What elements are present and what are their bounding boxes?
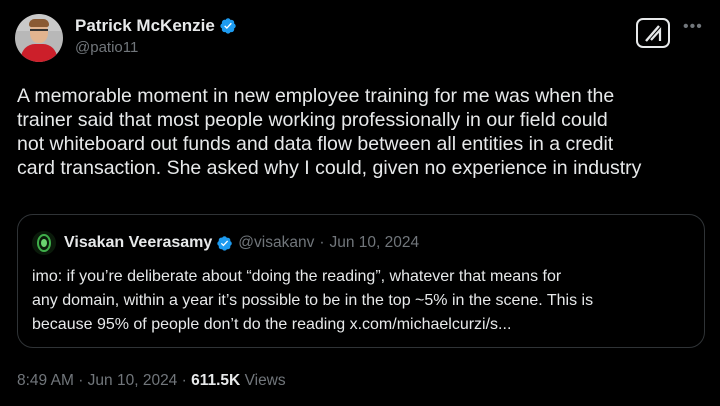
quote-text-line: because 95% of people don’t do the readi… (32, 316, 512, 333)
quote-date[interactable]: Jun 10, 2024 (330, 234, 420, 252)
meta-separator: · (181, 372, 187, 389)
quote-text-line: imo: if you’re deliberate about “doing t… (32, 268, 562, 285)
grok-glyph-icon (645, 25, 662, 42)
tweet-meta-footer: 8:49 AM · Jun 10, 2024 · 611.5K Views (17, 372, 286, 390)
author-avatar[interactable] (15, 14, 63, 62)
quote-separator: · (319, 234, 325, 251)
display-name-row: Patrick McKenzie (75, 14, 237, 38)
tweet-text-line: not whiteboard out funds and data flow b… (17, 133, 614, 155)
views-label: Views (244, 372, 286, 389)
tweet-time[interactable]: 8:49 AM (17, 372, 74, 389)
avatar-glasses (30, 29, 48, 35)
verified-badge-icon[interactable] (219, 17, 237, 35)
quote-author-display-name[interactable]: Visakan Veerasamy (64, 234, 212, 252)
tweet-text-line: card transaction. She asked why I could,… (17, 157, 642, 179)
views-count: 611.5K (191, 372, 241, 389)
quote-author-handle[interactable]: @visakanv (238, 234, 314, 252)
tweet-text: A memorable moment in new employee train… (17, 84, 707, 180)
author-handle[interactable]: @patio11 (75, 39, 237, 56)
tweet-header: Patrick McKenzie @patio11 (15, 14, 237, 62)
tweet-text-line: trainer said that most people working pr… (17, 109, 608, 131)
tweet-date[interactable]: Jun 10, 2024 (88, 372, 178, 389)
quoted-tweet-card[interactable]: Visakan Veerasamy @visakanv · Jun 10, 20… (17, 214, 705, 348)
quote-text-line: any domain, within a year it’s possible … (32, 292, 594, 309)
author-names: Patrick McKenzie @patio11 (75, 14, 237, 56)
quote-author-avatar[interactable] (32, 231, 56, 255)
grok-icon[interactable] (636, 18, 670, 48)
quote-header: Visakan Veerasamy @visakanv · Jun 10, 20… (32, 231, 419, 255)
avatar-shirt (21, 44, 57, 62)
quote-avatar-center (41, 239, 47, 247)
avatar-hair (29, 19, 49, 27)
author-display-name[interactable]: Patrick McKenzie (75, 16, 215, 36)
tweet-text-line: A memorable moment in new employee train… (17, 85, 615, 107)
quote-verified-badge-icon (217, 235, 233, 251)
meta-separator: · (78, 372, 84, 389)
quote-text: imo: if you’re deliberate about “doing t… (32, 265, 692, 337)
more-horizontal-icon[interactable]: ••• (683, 18, 703, 36)
